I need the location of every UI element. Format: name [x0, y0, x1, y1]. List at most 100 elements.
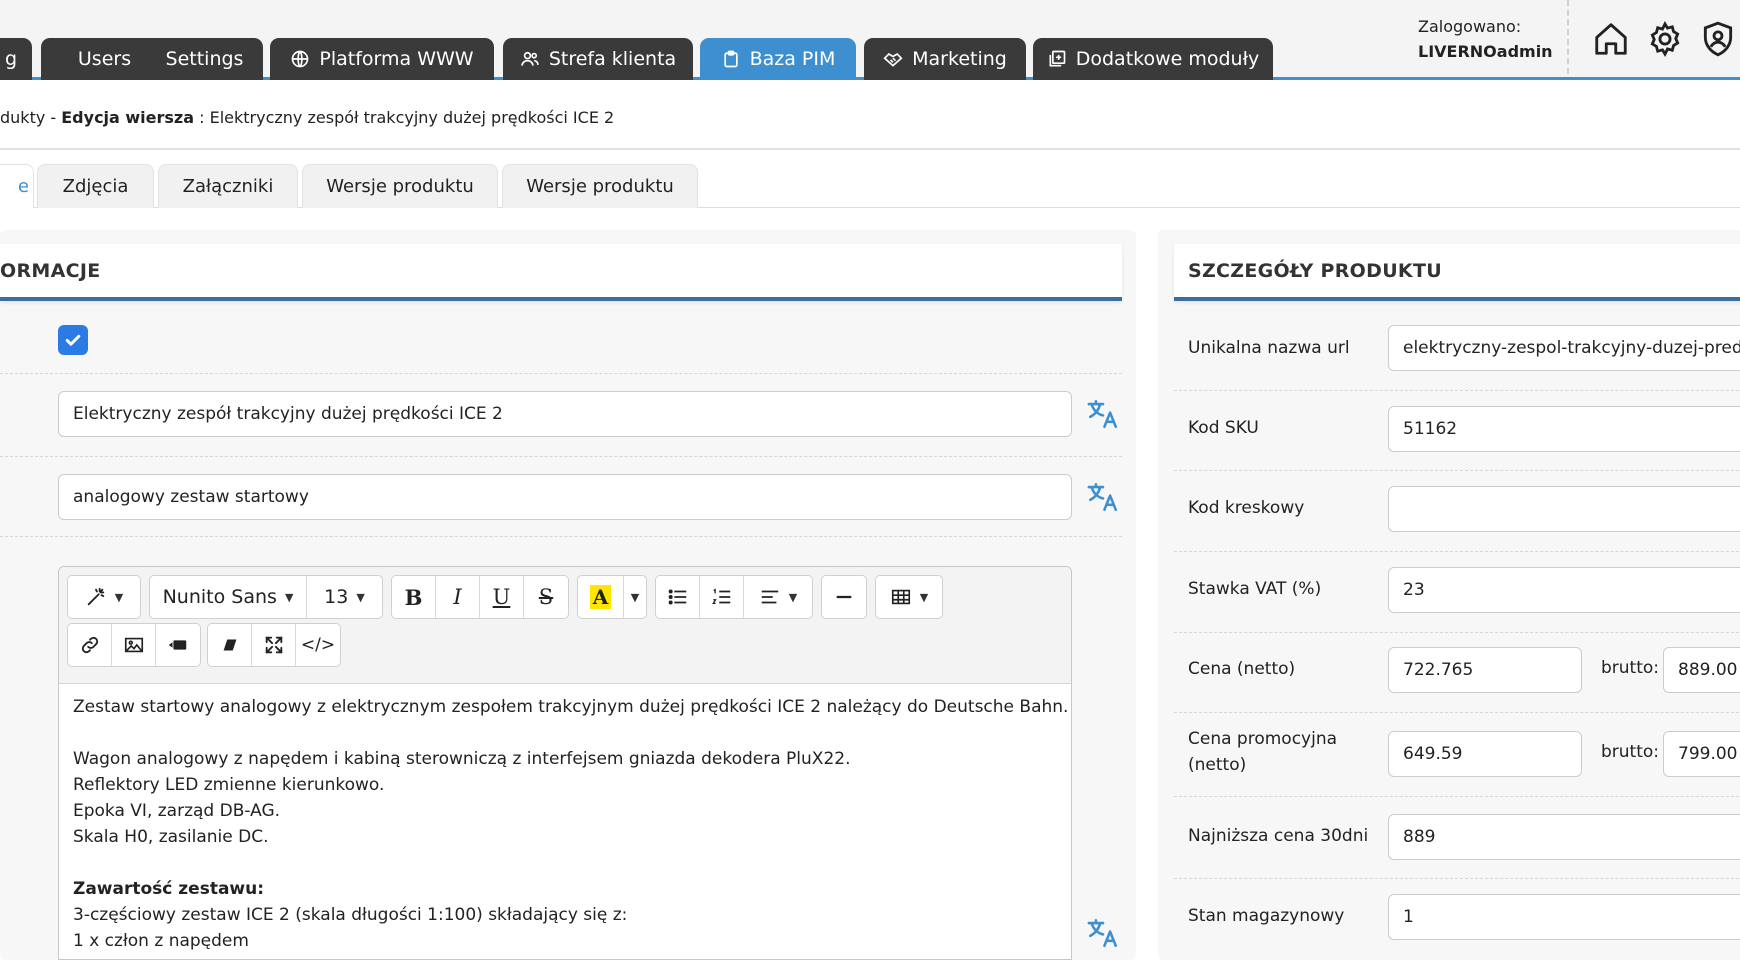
video-button[interactable]	[156, 624, 200, 666]
section-title: SZCZEGÓŁY PRODUKTU	[1188, 260, 1442, 282]
chevron-down-icon: ▼	[788, 590, 798, 604]
product-details-panel: SZCZEGÓŁY PRODUKTU Unikalna nazwa url el…	[1158, 230, 1740, 960]
divider	[1174, 551, 1740, 552]
image-button[interactable]	[112, 624, 156, 666]
login-info: Zalogowano: LIVERNOadmin	[1418, 14, 1553, 64]
field-label: Kod kreskowy	[1188, 498, 1305, 518]
input-value: elektryczny-zespol-trakcyjny-duzej-predk	[1403, 338, 1740, 358]
clear-format-button[interactable]	[208, 624, 252, 666]
translate-icon[interactable]	[1086, 480, 1120, 514]
misc-group: </>	[207, 623, 341, 667]
tab-g[interactable]: g	[0, 38, 32, 80]
highlight-icon: A	[589, 585, 612, 609]
font-size-value: 13	[324, 586, 349, 608]
input-value: 1	[1403, 907, 1414, 927]
barcode-input[interactable]	[1388, 486, 1740, 532]
paragraph: 3-częściowy zestaw ICE 2 (skala długości…	[73, 905, 628, 925]
product-subtitle-input[interactable]: analogowy zestaw startowy	[58, 474, 1072, 520]
url-slug-input[interactable]: elektryczny-zespol-trakcyjny-duzej-predk	[1388, 325, 1740, 371]
underline-button[interactable]: U	[480, 576, 524, 618]
tab-strefa-klienta[interactable]: Strefa klienta	[503, 38, 693, 80]
tab-baza-pim[interactable]: Baza PIM	[700, 38, 856, 80]
subtab-zdjecia[interactable]: Zdjęcia	[37, 164, 154, 208]
divider	[1174, 470, 1740, 471]
input-value: Elektryczny zespół trakcyjny dużej prędk…	[73, 404, 503, 424]
fullscreen-button[interactable]	[252, 624, 296, 666]
translate-icon[interactable]	[1086, 397, 1120, 431]
strikethrough-button[interactable]: S	[524, 576, 568, 618]
tab-label: Users	[77, 48, 132, 70]
tab-label: Dodatkowe moduły	[1075, 48, 1260, 70]
promo-price-net-input[interactable]: 649.59	[1388, 731, 1582, 777]
tab-platforma-www[interactable]: Platforma WWW	[270, 38, 494, 80]
tab-settings[interactable]: Settings	[146, 38, 263, 80]
subtab-label: e	[17, 176, 29, 197]
lowest-price-input[interactable]: 889	[1388, 814, 1740, 860]
image-icon	[124, 637, 143, 653]
subtab-general[interactable]: e	[0, 164, 34, 208]
code-view-button[interactable]: </>	[296, 624, 340, 666]
expand-icon	[265, 636, 282, 654]
section-header: ORMACJE	[0, 244, 1122, 301]
chevron-down-icon: ▼	[630, 590, 640, 604]
table-group: ▼	[875, 575, 943, 619]
link-icon	[81, 636, 98, 654]
code-view-label: </>	[300, 635, 336, 655]
align-button[interactable]: ▼	[744, 576, 812, 618]
gear-icon[interactable]	[1646, 20, 1684, 58]
label-line: Cena promocyjna	[1188, 729, 1338, 749]
hr-group	[821, 575, 867, 619]
price-net-input[interactable]: 722.765	[1388, 647, 1582, 693]
bullet-list-button[interactable]	[656, 576, 700, 618]
horizontal-rule-icon	[836, 595, 852, 599]
contents-heading: Zawartość zestawu:	[73, 879, 265, 899]
style-button[interactable]: ▼	[68, 576, 140, 618]
subtab-wersje-produktu-2[interactable]: Wersje produktu	[502, 164, 698, 208]
input-value: 23	[1403, 580, 1425, 600]
subtab-label: Wersje produktu	[326, 176, 474, 197]
tab-label: Marketing	[912, 48, 1007, 70]
italic-button[interactable]: I	[436, 576, 480, 618]
table-icon	[891, 589, 910, 605]
font-family-value: Nunito Sans	[162, 586, 277, 608]
stock-input[interactable]: 1	[1388, 894, 1740, 940]
field-label: Kod SKU	[1188, 418, 1259, 438]
shield-user-icon[interactable]	[1699, 20, 1737, 58]
horizontal-rule-button[interactable]	[822, 576, 866, 618]
product-name-input[interactable]: Elektryczny zespół trakcyjny dużej prędk…	[58, 391, 1072, 437]
breadcrumb-title: Elektryczny zespół trakcyjny dużej prędk…	[209, 108, 615, 127]
field-label: Cena promocyjna (netto)	[1188, 726, 1337, 778]
subtab-label: Załączniki	[182, 176, 274, 197]
vat-input[interactable]: 23	[1388, 567, 1740, 613]
promo-price-gross-input[interactable]: 799.00	[1663, 731, 1740, 777]
link-button[interactable]	[68, 624, 112, 666]
editor-content[interactable]: Zestaw startowy analogowy z elektrycznym…	[73, 694, 1068, 954]
font-family-select[interactable]: Nunito Sans ▼	[150, 576, 307, 618]
subtab-label: Zdjęcia	[62, 176, 129, 197]
editor-toolbar: ▼ Nunito Sans ▼ 13 ▼ B I U S A ▼ ▼ ▼ </>	[59, 567, 1071, 684]
highlight-color-dropdown[interactable]: ▼	[624, 576, 646, 618]
bold-button[interactable]: B	[392, 576, 436, 618]
translate-icon[interactable]	[1086, 916, 1120, 950]
tab-dodatkowe-moduly[interactable]: Dodatkowe moduły	[1033, 38, 1273, 80]
rich-text-editor: ▼ Nunito Sans ▼ 13 ▼ B I U S A ▼ ▼ ▼ </>…	[58, 566, 1072, 960]
input-value: 649.59	[1403, 744, 1463, 764]
info-panel: ORMACJE Elektryczny zespół trakcyjny duż…	[0, 230, 1136, 960]
tab-marketing[interactable]: Marketing	[864, 38, 1026, 80]
table-button[interactable]: ▼	[876, 576, 942, 618]
highlight-button[interactable]: A	[578, 576, 624, 618]
font-size-select[interactable]: 13 ▼	[307, 576, 382, 618]
home-icon[interactable]	[1592, 20, 1630, 58]
tab-label: Strefa klienta	[548, 48, 677, 70]
sku-input[interactable]: 51162	[1388, 406, 1740, 452]
active-checkbox[interactable]	[58, 325, 88, 355]
top-navigation: g Users Settings Platforma WWW Strefa kl…	[0, 0, 1740, 80]
subtab-wersje-produktu[interactable]: Wersje produktu	[302, 164, 498, 208]
numbered-list-button[interactable]	[700, 576, 744, 618]
subtab-zalaczniki[interactable]: Załączniki	[158, 164, 298, 208]
breadcrumb-prefix[interactable]: dukty -	[0, 108, 61, 127]
price-gross-input[interactable]: 889.00	[1663, 647, 1740, 693]
bullet-list-icon	[668, 589, 686, 605]
